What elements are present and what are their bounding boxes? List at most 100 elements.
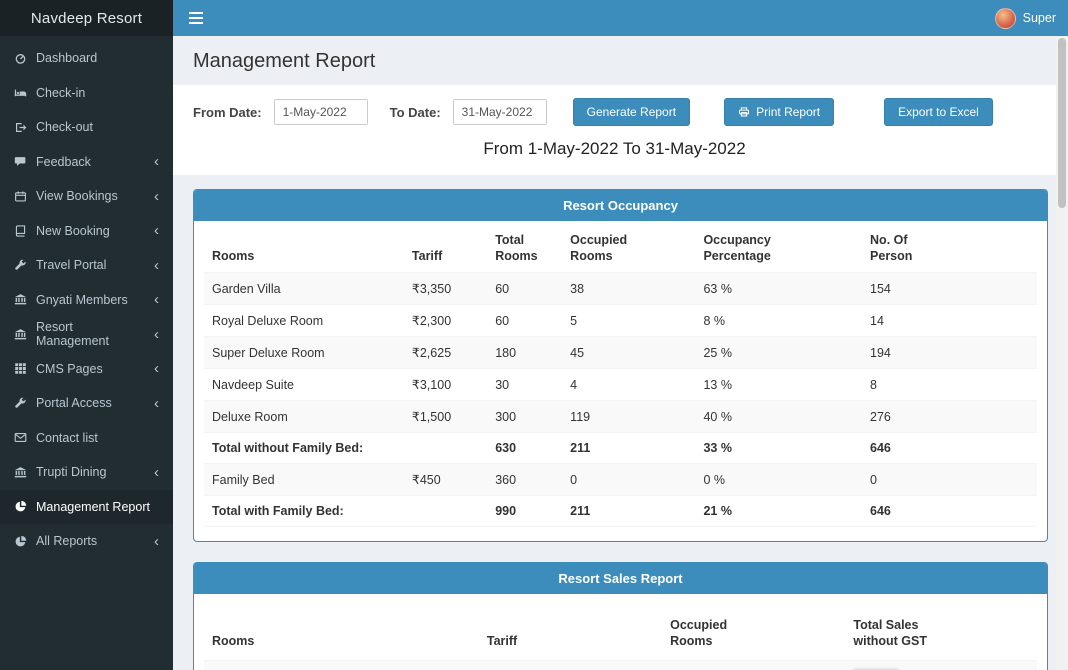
sidebar-item-management-report[interactable]: Management Report xyxy=(0,489,173,524)
hamburger-icon xyxy=(189,12,203,24)
app-window: Navdeep Resort Dashboard Check-in Check-… xyxy=(0,0,1068,670)
sidebar-item-trupti-dining[interactable]: Trupti Dining xyxy=(0,455,173,490)
cell: 21 % xyxy=(695,495,863,528)
sidebar-menu: Dashboard Check-in Check-out Feedback Vi… xyxy=(0,36,173,564)
sidebar-item-dashboard[interactable]: Dashboard xyxy=(0,41,173,76)
sidebar-item-portal-access[interactable]: Portal Access xyxy=(0,386,173,421)
resort-sales-title: Resort Sales Report xyxy=(194,563,1047,595)
sidebar-item-label: Check-in xyxy=(36,85,86,100)
cell: 154 xyxy=(862,272,1037,306)
sidebar-item-label: Contact list xyxy=(36,430,98,445)
from-date-label: From Date: xyxy=(193,104,262,120)
resort-occupancy-title: Resort Occupancy xyxy=(194,190,1047,221)
cell: 13 % xyxy=(695,368,863,402)
cell: 180 xyxy=(487,336,563,370)
cell: 60 xyxy=(487,272,563,306)
bank-icon xyxy=(14,328,27,341)
sidebar-item-resort-management[interactable]: Resort Management xyxy=(0,317,173,352)
sidebar-item-label: Trupti Dining xyxy=(36,465,107,480)
column-header: Tariff xyxy=(403,225,488,274)
cell: 360 xyxy=(487,463,563,497)
chevron-left-icon xyxy=(154,189,159,204)
export-to-excel-label: Export to Excel xyxy=(898,105,979,119)
column-header: Total Rooms xyxy=(487,225,563,274)
table-row: Deluxe Room ₹1,500 300 119 40 % 276 xyxy=(204,400,1037,434)
sidebar-item-label: Feedback xyxy=(36,154,91,169)
scrollbar-thumb[interactable] xyxy=(1058,38,1066,208)
table-row: Garden Villa 3350 37 xyxy=(204,660,1037,670)
cell: ₹3,100 xyxy=(403,368,488,402)
envelope-icon xyxy=(14,431,27,444)
sidebar-item-cms-pages[interactable]: CMS Pages xyxy=(0,352,173,387)
chevron-left-icon xyxy=(154,396,159,411)
cell: ₹450 xyxy=(403,463,488,497)
sidebar-item-gnyati-members[interactable]: Gnyati Members xyxy=(0,283,173,318)
app-title[interactable]: Navdeep Resort xyxy=(0,0,173,36)
chevron-left-icon xyxy=(154,465,159,480)
cell: 276 xyxy=(862,400,1037,434)
bank-icon xyxy=(14,466,27,479)
chevron-left-icon xyxy=(154,223,159,238)
sidebar-item-label: Dashboard xyxy=(36,51,98,66)
print-report-button[interactable]: Print Report xyxy=(724,98,835,126)
generate-report-label: Generate Report xyxy=(586,105,677,119)
cell: Garden Villa xyxy=(204,660,479,670)
sidebar-item-label: View Bookings xyxy=(36,189,118,204)
sidebar-item-check-out[interactable]: Check-out xyxy=(0,110,173,145)
to-date-input[interactable] xyxy=(452,99,547,125)
sidebar-item-all-reports[interactable]: All Reports xyxy=(0,524,173,559)
from-date-input[interactable] xyxy=(273,99,368,125)
comments-icon xyxy=(14,155,27,168)
sidebar-item-label: Portal Access xyxy=(36,396,112,411)
cell: 0 xyxy=(862,463,1037,497)
sidebar-item-view-bookings[interactable]: View Bookings xyxy=(0,179,173,214)
cell: 14 xyxy=(862,304,1037,338)
sidebar-item-label: All Reports xyxy=(36,534,98,549)
table-row: Garden Villa ₹3,350 60 38 63 % 154 xyxy=(204,272,1037,306)
cell: 37 xyxy=(662,660,846,670)
cell: Total without Family Bed: xyxy=(204,432,404,465)
sidebar-item-new-booking[interactable]: New Booking xyxy=(0,214,173,249)
grid-icon xyxy=(14,362,27,375)
occupancy-table: Rooms Tariff Total Rooms Occupied Rooms … xyxy=(204,225,1037,528)
chevron-left-icon xyxy=(154,534,159,549)
sidebar-item-travel-portal[interactable]: Travel Portal xyxy=(0,248,173,283)
print-report-label: Print Report xyxy=(756,105,821,119)
cell: 211 xyxy=(562,432,696,465)
cell: Total with Family Bed: xyxy=(204,495,404,528)
cell: ₹3,350 xyxy=(403,272,488,306)
sidebar-item-label: Check-out xyxy=(36,120,93,135)
sidebar-item-contact-list[interactable]: Contact list xyxy=(0,421,173,456)
cell: 45 xyxy=(562,336,696,370)
column-header: Occupied Rooms xyxy=(662,598,846,661)
sidebar-item-feedback[interactable]: Feedback xyxy=(0,145,173,180)
table-row: Royal Deluxe Room ₹2,300 60 5 8 % 14 xyxy=(204,304,1037,338)
sign-out-icon xyxy=(14,121,27,134)
cell: 8 % xyxy=(695,304,863,338)
column-header: Rooms xyxy=(204,598,479,661)
table-header-row: Rooms Tariff Total Rooms Occupied Rooms … xyxy=(204,225,1037,274)
cell: Royal Deluxe Room xyxy=(204,304,404,338)
resort-occupancy-panel: Resort Occupancy Rooms Tariff Total Room… xyxy=(193,189,1048,543)
printer-icon xyxy=(738,106,750,118)
column-header: Total Sales without GST xyxy=(845,598,1037,661)
column-header: Tariff xyxy=(478,598,663,661)
sales-table: Rooms Tariff Occupied Rooms Total Sales … xyxy=(204,598,1037,670)
cell: 30 xyxy=(487,368,563,402)
generate-report-button[interactable]: Generate Report xyxy=(572,98,691,126)
chevron-left-icon xyxy=(154,327,159,342)
cell: 25 % xyxy=(695,336,863,370)
sidebar-toggle-button[interactable] xyxy=(173,0,219,36)
scrollbar[interactable] xyxy=(1056,36,1068,670)
avatar xyxy=(994,7,1016,29)
sidebar-item-label: Resort Management xyxy=(36,320,109,349)
sidebar-item-check-in[interactable]: Check-in xyxy=(0,76,173,111)
chevron-left-icon xyxy=(154,154,159,169)
total-with-family-bed-row: Total with Family Bed: 990 211 21 % 646 xyxy=(204,495,1037,528)
total-without-family-bed-row: Total without Family Bed: 630 211 33 % 646 xyxy=(204,432,1037,465)
cell xyxy=(845,660,1037,670)
user-menu[interactable]: Super xyxy=(983,0,1068,36)
resort-sales-panel: Resort Sales Report Rooms Tariff Occupie… xyxy=(193,562,1048,670)
cell: 4 xyxy=(562,368,696,402)
export-to-excel-button[interactable]: Export to Excel xyxy=(884,98,993,126)
